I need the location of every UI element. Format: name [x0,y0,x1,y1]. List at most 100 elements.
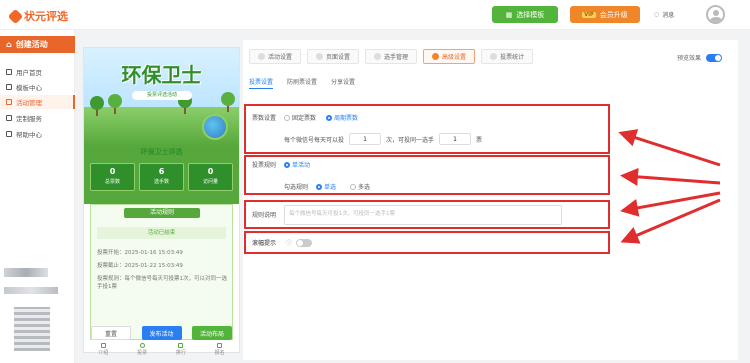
scroll-tip-toggle[interactable] [296,239,312,247]
blurred-contact [4,268,48,277]
template-icon: ▦ [505,10,513,19]
rank-icon [178,343,184,348]
messages-label: 消息 [662,12,675,19]
tab-vote-stats[interactable]: 投票统计 [481,49,534,64]
tab-player-manage[interactable]: 选手管理 [365,49,418,64]
tab-page-settings[interactable]: 页面设置 [307,49,360,64]
rule-desc-label: 规则说明 [252,212,277,219]
upgrade-button[interactable]: VIP 会员升级 [570,6,640,23]
message-icon: ◌ [654,11,660,18]
tab-activity-settings[interactable]: 活动设置 [249,49,302,64]
app-logo[interactable]: 状元评选 [7,8,68,24]
help-icon [6,131,12,137]
user-icon [374,53,382,60]
upgrade-label: 会员升级 [599,10,628,19]
vote-count-label: 票数设置 [252,115,277,122]
preview-subtitle: 投票评选活动 [132,91,192,100]
intro-icon [100,343,106,348]
preview-bottom-nav: 介绍 投票 排行 报名 [84,343,239,363]
help-icon: ⓘ [286,240,293,247]
signup-icon [217,343,223,348]
sidebar-item-label: 用户首页 [16,69,42,77]
sidebar-item-templates[interactable]: 模板中心 [0,80,75,94]
sidebar-item-label: 模板中心 [16,84,42,92]
sidebar-item-user-home[interactable]: 用户首页 [0,65,75,79]
settings-tabs: 活动设置 页面设置 选手管理 高级设置 投票统计 [249,49,534,64]
advanced-icon [432,53,440,60]
highlight-vote-rule: 投票规则 单活动 勾选规则 单选 多选 [244,155,610,195]
preview-nav-vote[interactable]: 投票 [137,343,147,363]
home-icon [6,69,12,75]
radio-cycle-votes[interactable]: 周期票数 [326,113,358,122]
preview-nav-rank[interactable]: 排行 [176,343,186,363]
publish-button[interactable]: 发布活动 [141,326,182,340]
subtab-share[interactable]: 分享设置 [331,77,355,89]
highlight-scroll-tip: 滚幅提示 ⓘ [244,231,610,254]
highlight-vote-count: 票数设置 固定票数 周期票数 每个微信号每天可以投 1 次，可投同一选手 1 票 [244,104,610,154]
stat-value: 0 [109,167,116,176]
reset-button[interactable]: 重置 [91,326,131,340]
mobile-preview: 环保卫士 投票评选活动 环保卫士评选 0 总票数 6 选手数 0 访问量 活动规… [83,47,240,356]
daily-vote-count-input[interactable]: 1 [349,133,382,145]
activity-ended-badge: 活动已结束 [97,227,226,239]
stat-value: 6 [158,167,165,176]
sidebar-item-label: 定制服务 [16,115,42,123]
radio-fixed-votes[interactable]: 固定票数 [284,113,316,122]
preview-effect-switch: 预览效果 [677,53,722,62]
preview-stats: 0 总票数 6 选手数 0 访问量 [90,163,233,191]
rules-title: 活动规则 [124,208,200,218]
radio-single-select[interactable]: 单选 [316,182,336,191]
stat-label: 选手数 [153,179,169,185]
select-template-label: 选择模板 [516,10,545,19]
home-plus-icon: ⌂ [6,40,12,49]
advanced-subtabs: 投票设置 防刷票设置 分享设置 [249,77,355,89]
check-rule-label: 勾选规则 [284,184,309,191]
sidebar-item-activity-manage[interactable]: 活动管理 [0,95,75,109]
sidebar-item-custom-service[interactable]: 定制服务 [0,111,75,125]
sidebar: ⌂ 创建活动 用户首页 模板中心 活动管理 定制服务 帮助中心 [0,30,75,363]
select-template-button[interactable]: ▦ 选择模板 [492,6,558,23]
logo-icon [7,8,24,24]
preview-banner: 环保卫士 投票评选活动 [84,48,239,146]
preview-band-title: 环保卫士评选 [140,148,183,156]
stat-total-votes: 0 总票数 [90,163,135,191]
vote-icon [139,343,145,348]
blurred-contact [4,287,58,294]
create-activity-label: 创建活动 [15,40,48,49]
preview-actions: 重置 发布活动 活动布局 [83,326,240,342]
messages-link[interactable]: ◌ 消息 [654,10,674,19]
preview-nav-intro[interactable]: 介绍 [98,343,108,363]
subtab-anti-fraud[interactable]: 防刷票设置 [287,77,317,89]
top-bar: 状元评选 ▦ 选择模板 VIP 会员升级 ◌ 消息 [0,0,750,30]
rule-desc-textarea[interactable]: 每个微信号每天可投1次，可投同一选手1票 [284,205,562,225]
list-icon [6,99,12,105]
service-icon [6,115,12,121]
preview-nav-signup[interactable]: 报名 [215,343,225,363]
stat-label: 总票数 [104,179,120,185]
radio-multi-select[interactable]: 多选 [350,182,370,191]
vote-text-2: 次，可投同一选手 [386,136,435,144]
sidebar-item-label: 活动管理 [16,99,42,107]
stats-icon [490,53,498,60]
stat-value: 0 [207,167,214,176]
scroll-tip-label: 滚幅提示 [252,240,277,247]
preview-title: 环保卫士 [121,63,202,87]
radio-single-activity[interactable]: 单活动 [284,160,310,169]
vote-rule-label: 投票规则 [252,162,277,169]
settings-icon [258,53,265,60]
user-avatar[interactable] [706,5,725,24]
rule-line: 投票截止：2025-01-22 15:03:49 [97,263,183,269]
activity-layout-button[interactable]: 活动布局 [192,326,232,340]
preview-effect-toggle[interactable] [706,53,722,62]
qr-code-image [14,307,50,351]
stat-visits: 0 访问量 [188,163,233,191]
logo-text: 状元评选 [24,10,68,23]
per-player-vote-input[interactable]: 1 [439,133,472,145]
tab-advanced-settings[interactable]: 高级设置 [423,49,476,64]
create-activity-button[interactable]: ⌂ 创建活动 [0,36,75,53]
vote-text-3: 票 [476,136,483,144]
sidebar-item-help[interactable]: 帮助中心 [0,127,75,141]
preview-rules: 活动规则 活动已结束 投票开始：2025-01-16 15:03:49 投票截止… [90,204,233,340]
subtab-vote-settings[interactable]: 投票设置 [249,77,274,89]
rule-line: 投票规则：每个微信号每天可投票1次，可以对同一选手投1票 [97,276,228,290]
